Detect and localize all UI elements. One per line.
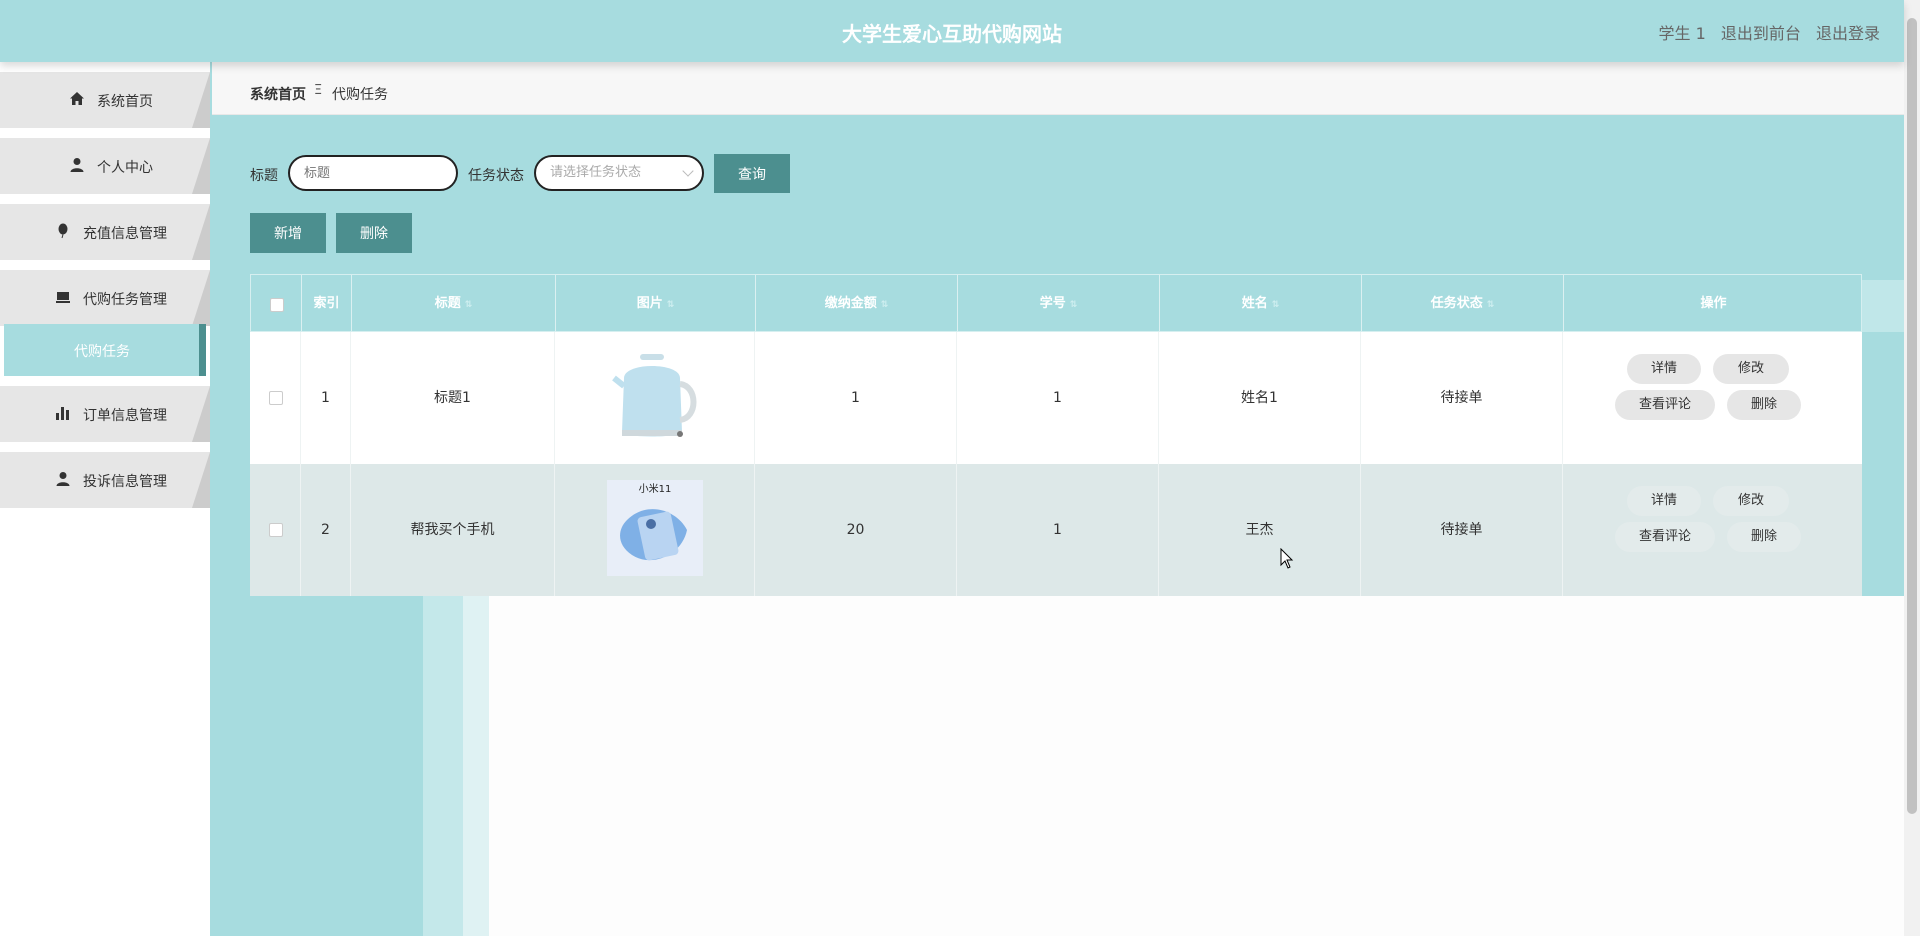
sort-icon: ⇅: [880, 300, 889, 310]
sidebar-item-label: 充值信息管理: [83, 226, 167, 242]
actions-cell: 详情 修改 查看评论 删除: [1562, 464, 1862, 596]
breadcrumb-home[interactable]: 系统首页: [250, 84, 306, 104]
row-checkbox[interactable]: [269, 391, 283, 405]
query-button[interactable]: 查询: [714, 154, 790, 193]
chevron-down-icon: [682, 165, 694, 177]
index-cell: 1: [300, 332, 350, 464]
scrollbar-thumb[interactable]: [1907, 18, 1917, 814]
batch-delete-button[interactable]: 删除: [336, 213, 412, 253]
column-header-index: 索引: [301, 275, 351, 333]
breadcrumb-current: 代购任务: [332, 87, 388, 103]
task-table: 索引 标题 ⇅ 图片 ⇅ 缴纳金额 ⇅ 学号 ⇅ 姓名 ⇅ 任务状态 ⇅ 操作 1 标题1 …: [250, 274, 1862, 598]
sidebar-subitem-label: 代购任务: [74, 344, 130, 360]
sidebar-item-profile[interactable]: 个人中心: [0, 138, 210, 194]
header-user-area: 学生 1 退出到前台 退出登录: [1649, 20, 1881, 44]
breadcrumb-separator: Ξ: [314, 83, 323, 98]
bar-chart-icon: [56, 407, 69, 420]
sort-icon: ⇅: [464, 300, 473, 310]
background-strip: [423, 596, 463, 936]
mouse-cursor-icon: [1280, 548, 1294, 569]
sidebar-item-orders[interactable]: 订单信息管理: [0, 386, 210, 442]
status-select[interactable]: 请选择任务状态: [534, 155, 704, 191]
sidebar-item-label: 系统首页: [97, 94, 153, 110]
user-icon: [70, 158, 84, 172]
table-row: 1 标题1 1 1 姓名1 待接单 详情 修改 查看评论 删除: [250, 332, 1862, 464]
table-header-extension: [1862, 280, 1904, 332]
column-header-student-id[interactable]: 学号 ⇅: [957, 275, 1159, 333]
column-header-status[interactable]: 任务状态 ⇅: [1361, 275, 1563, 333]
background-strip: [463, 596, 489, 936]
edit-button[interactable]: 修改: [1713, 486, 1789, 516]
sidebar-item-purchase-tasks[interactable]: 代购任务管理: [0, 270, 210, 326]
sidebar-item-complaints[interactable]: 投诉信息管理: [0, 452, 210, 508]
image-cell: [554, 332, 754, 464]
view-comments-button[interactable]: 查看评论: [1615, 390, 1715, 420]
sort-icon: ⇅: [666, 300, 675, 310]
row-select-cell: [250, 464, 300, 596]
delete-button[interactable]: 删除: [1727, 390, 1801, 420]
sidebar: 系统首页 个人中心 充值信息管理 代购任务管理 代购任务 订单信息管理 投诉信息…: [0, 62, 210, 936]
name-cell: 王杰: [1158, 464, 1360, 596]
detail-button[interactable]: 详情: [1627, 486, 1701, 516]
column-header-image[interactable]: 图片 ⇅: [555, 275, 755, 333]
edit-button[interactable]: 修改: [1713, 354, 1789, 384]
detail-button[interactable]: 详情: [1627, 354, 1701, 384]
sidebar-item-label: 代购任务管理: [83, 292, 167, 308]
delete-button[interactable]: 删除: [1727, 522, 1801, 552]
content-blank-area: [489, 596, 1904, 936]
exit-to-frontend-link[interactable]: 退出到前台: [1721, 24, 1801, 43]
amount-cell: 1: [754, 332, 956, 464]
sidebar-item-recharge[interactable]: 充值信息管理: [0, 204, 210, 260]
row-select-cell: [250, 332, 300, 464]
column-header-name[interactable]: 姓名 ⇅: [1159, 275, 1361, 333]
current-user: 学生 1: [1658, 24, 1706, 43]
title-cell: 帮我买个手机: [350, 464, 554, 596]
table-header: 索引 标题 ⇅ 图片 ⇅ 缴纳金额 ⇅ 学号 ⇅ 姓名 ⇅ 任务状态 ⇅ 操作: [250, 274, 1863, 333]
user-icon: [56, 472, 70, 486]
status-cell: 待接单: [1360, 464, 1562, 596]
view-comments-button[interactable]: 查看评论: [1615, 522, 1715, 552]
status-filter-label: 任务状态: [468, 168, 524, 184]
actions-cell: 详情 修改 查看评论 删除: [1562, 332, 1862, 464]
sidebar-subitem-purchase-task[interactable]: 代购任务: [4, 324, 206, 376]
title-filter-label: 标题: [250, 168, 278, 184]
sort-icon: ⇅: [1271, 300, 1280, 310]
phone-box-image: 小米11: [607, 480, 703, 576]
home-icon: [70, 92, 84, 105]
logout-link[interactable]: 退出登录: [1816, 24, 1880, 43]
sort-icon: ⇅: [1486, 300, 1495, 310]
title-search-input[interactable]: [288, 155, 458, 191]
column-header-amount[interactable]: 缴纳金额 ⇅: [755, 275, 957, 333]
select-all-checkbox[interactable]: [270, 298, 284, 312]
site-title: 大学生爱心互助代购网站: [842, 22, 1062, 46]
student-id-cell: 1: [956, 464, 1158, 596]
sidebar-item-label: 订单信息管理: [83, 408, 167, 424]
sidebar-item-label: 投诉信息管理: [83, 474, 167, 490]
table-row: 2 帮我买个手机 小米11 20 1 王杰 待接单 详情 修改 查看评论 删除: [250, 464, 1862, 596]
vertical-scrollbar[interactable]: [1904, 0, 1920, 936]
column-header-actions: 操作: [1563, 275, 1863, 333]
cart-icon: [56, 292, 70, 303]
amount-cell: 20: [754, 464, 956, 596]
balloon-icon: [58, 223, 68, 239]
sidebar-item-home[interactable]: 系统首页: [0, 72, 210, 128]
row-checkbox[interactable]: [269, 523, 283, 537]
student-id-cell: 1: [956, 332, 1158, 464]
name-cell: 姓名1: [1158, 332, 1360, 464]
status-cell: 待接单: [1360, 332, 1562, 464]
column-header-title[interactable]: 标题 ⇅: [351, 275, 555, 333]
kettle-image: [610, 348, 700, 448]
image-cell: 小米11: [554, 464, 754, 596]
sort-icon: ⇅: [1069, 300, 1078, 310]
breadcrumb: 系统首页 Ξ 代购任务: [212, 62, 1904, 115]
sidebar-item-label: 个人中心: [97, 160, 153, 176]
add-button[interactable]: 新增: [250, 213, 326, 253]
top-header: 大学生爱心互助代购网站 学生 1 退出到前台 退出登录: [0, 0, 1904, 62]
title-cell: 标题1: [350, 332, 554, 464]
header-select-all-cell: [251, 275, 301, 333]
index-cell: 2: [300, 464, 350, 596]
status-select-placeholder: 请选择任务状态: [550, 165, 642, 180]
